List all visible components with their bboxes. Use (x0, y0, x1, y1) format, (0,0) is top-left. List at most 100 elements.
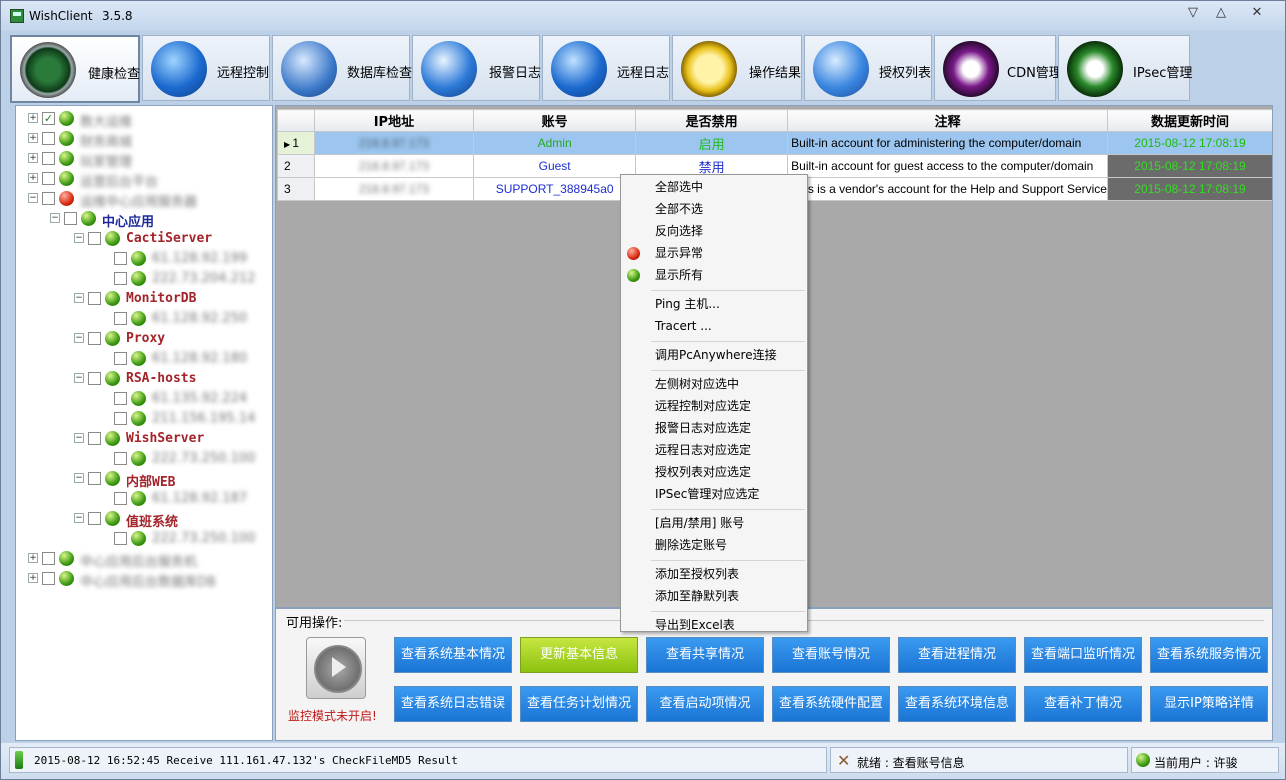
tree-checkbox[interactable] (114, 412, 127, 425)
menu-item[interactable]: 全部不选 (655, 199, 703, 219)
op-button-0-5[interactable]: 查看端口监听情况 (1024, 637, 1142, 673)
tree-checkbox[interactable] (42, 152, 55, 165)
cell-account[interactable]: Admin (473, 131, 637, 155)
tree-expander-icon[interactable]: + (28, 153, 38, 163)
cell-updated[interactable]: 2015-08-12 17:08:19 (1106, 131, 1272, 155)
tree-expander-icon[interactable]: + (28, 573, 38, 583)
cell-note[interactable]: Built-in account for guest access to the… (787, 154, 1108, 178)
close-button[interactable]: ✕ (1245, 4, 1269, 24)
op-button-1-3[interactable]: 查看系统硬件配置 (772, 686, 890, 722)
row-number[interactable]: 3 (277, 177, 315, 201)
cell-ip[interactable]: 218.8.97.173 (313, 154, 475, 178)
column-header-updated[interactable]: 数据更新时间 (1106, 109, 1272, 132)
tree-checkbox[interactable] (88, 332, 101, 345)
tree-checkbox[interactable] (64, 212, 77, 225)
tree-expander-icon[interactable]: − (28, 193, 38, 203)
tree-checkbox[interactable] (42, 552, 55, 565)
tree-checkbox[interactable] (42, 572, 55, 585)
tab-yin-yang-green[interactable]: IPsec管理 (1058, 35, 1192, 101)
tab-globe[interactable]: 远程控制 (142, 35, 270, 101)
cell-status[interactable]: 启用 (635, 131, 789, 155)
op-button-1-6[interactable]: 显示IP策略详情 (1150, 686, 1268, 722)
tab-hourglass[interactable]: 操作结果 (672, 35, 802, 101)
tree-checkbox[interactable]: ✓ (42, 112, 55, 125)
menu-item[interactable]: 授权列表对应选定 (655, 462, 751, 482)
monitor-play-button[interactable] (306, 637, 366, 699)
menu-item[interactable]: 添加至静默列表 (655, 586, 739, 606)
op-button-0-3[interactable]: 查看账号情况 (772, 637, 890, 673)
op-button-0-0[interactable]: 查看系统基本情况 (394, 637, 512, 673)
tree-checkbox[interactable] (88, 432, 101, 445)
tree-expander-icon[interactable]: − (74, 433, 84, 443)
menu-item[interactable]: 左侧树对应选中 (655, 374, 739, 394)
column-header-ip[interactable]: IP地址 (313, 109, 475, 132)
cell-ip[interactable]: 218.8.97.173 (313, 177, 475, 201)
cell-updated[interactable]: 2015-08-12 17:08:19 (1106, 154, 1272, 178)
tree-expander-icon[interactable]: − (74, 233, 84, 243)
op-button-1-0[interactable]: 查看系统日志错误 (394, 686, 512, 722)
tree-checkbox[interactable] (88, 232, 101, 245)
cell-note[interactable]: Built-in account for administering the c… (787, 131, 1108, 155)
column-header-note[interactable]: 注释 (787, 109, 1108, 132)
tree-checkbox[interactable] (88, 292, 101, 305)
tree-checkbox[interactable] (114, 392, 127, 405)
maximize-button[interactable]: △ (1209, 4, 1233, 24)
tree-expander-icon[interactable]: − (74, 333, 84, 343)
tree-expander-icon[interactable]: + (28, 113, 38, 123)
tab-wrench-globe[interactable]: 远程日志 (542, 35, 670, 101)
row-number[interactable]: ▶ 1 (277, 131, 315, 155)
op-button-0-4[interactable]: 查看进程情况 (898, 637, 1016, 673)
cell-account[interactable]: Guest (473, 154, 637, 178)
op-button-0-1[interactable]: 更新基本信息 (520, 637, 638, 673)
tree-expander-icon[interactable]: − (50, 213, 60, 223)
op-button-1-4[interactable]: 查看系统环境信息 (898, 686, 1016, 722)
tree-expander-icon[interactable]: + (28, 133, 38, 143)
tree-checkbox[interactable] (114, 532, 127, 545)
tree-checkbox[interactable] (114, 252, 127, 265)
menu-item[interactable]: 显示异常 (655, 243, 703, 263)
menu-item[interactable]: 调用PcAnywhere连接 (655, 345, 777, 365)
menu-item[interactable]: [启用/禁用] 账号 (655, 513, 744, 533)
tree-checkbox[interactable] (42, 132, 55, 145)
tree-checkbox[interactable] (88, 512, 101, 525)
cell-account[interactable]: SUPPORT_388945a0 (473, 177, 637, 201)
tree-expander-icon[interactable]: − (74, 293, 84, 303)
cell-note[interactable]: This is a vendor's account for the Help … (787, 177, 1108, 201)
tree-checkbox[interactable] (88, 372, 101, 385)
column-header-disabled[interactable]: 是否禁用 (635, 109, 789, 132)
tree-checkbox[interactable] (114, 492, 127, 505)
row-number[interactable]: 2 (277, 154, 315, 178)
cell-updated[interactable]: 2015-08-12 17:08:19 (1106, 177, 1272, 201)
table-row[interactable]: ▶ 1 218.8.97.173 Admin 启用 Built-in account f… (277, 131, 1272, 155)
tree-checkbox[interactable] (114, 272, 127, 285)
tree-expander-icon[interactable]: − (74, 373, 84, 383)
op-button-0-2[interactable]: 查看共享情况 (646, 637, 764, 673)
op-button-1-5[interactable]: 查看补丁情况 (1024, 686, 1142, 722)
column-header-account[interactable]: 账号 (473, 109, 637, 132)
menu-item[interactable]: 显示所有 (655, 265, 703, 285)
tree-expander-icon[interactable]: + (28, 553, 38, 563)
op-button-1-2[interactable]: 查看启动项情况 (646, 686, 764, 722)
menu-item[interactable]: 报警日志对应选定 (655, 418, 751, 438)
tab-yin-yang-purple[interactable]: CDN管理 (934, 35, 1062, 101)
op-button-1-1[interactable]: 查看任务计划情况 (520, 686, 638, 722)
op-button-0-6[interactable]: 查看系统服务情况 (1150, 637, 1268, 673)
tree-checkbox[interactable] (42, 192, 55, 205)
menu-item[interactable]: 全部选中 (655, 177, 703, 197)
menu-item[interactable]: IPSec管理对应选定 (655, 484, 759, 504)
minimize-button[interactable]: ▽ (1181, 4, 1205, 24)
tree-expander-icon[interactable]: − (74, 473, 84, 483)
menu-item[interactable]: Tracert ... (655, 316, 712, 336)
tree-expander-icon[interactable]: − (74, 513, 84, 523)
tab-servers[interactable]: 授权列表 (804, 35, 932, 101)
menu-item[interactable]: 反向选择 (655, 221, 703, 241)
menu-item[interactable]: 远程日志对应选定 (655, 440, 751, 460)
menu-item[interactable]: Ping 主机... (655, 294, 720, 314)
menu-item[interactable]: 删除选定账号 (655, 535, 727, 555)
host-tree[interactable]: + ✓ 数大运维 + 财务商城 + 玩家管理 + 运营后台平台 − 运维中心应用服务器 − 中心应用 − C… (15, 105, 273, 741)
menu-item[interactable]: 远程控制对应选定 (655, 396, 751, 416)
menu-item[interactable]: 导出到Excel表 (655, 615, 735, 635)
tree-checkbox[interactable] (114, 452, 127, 465)
tree-checkbox[interactable] (42, 172, 55, 185)
tree-checkbox[interactable] (114, 352, 127, 365)
